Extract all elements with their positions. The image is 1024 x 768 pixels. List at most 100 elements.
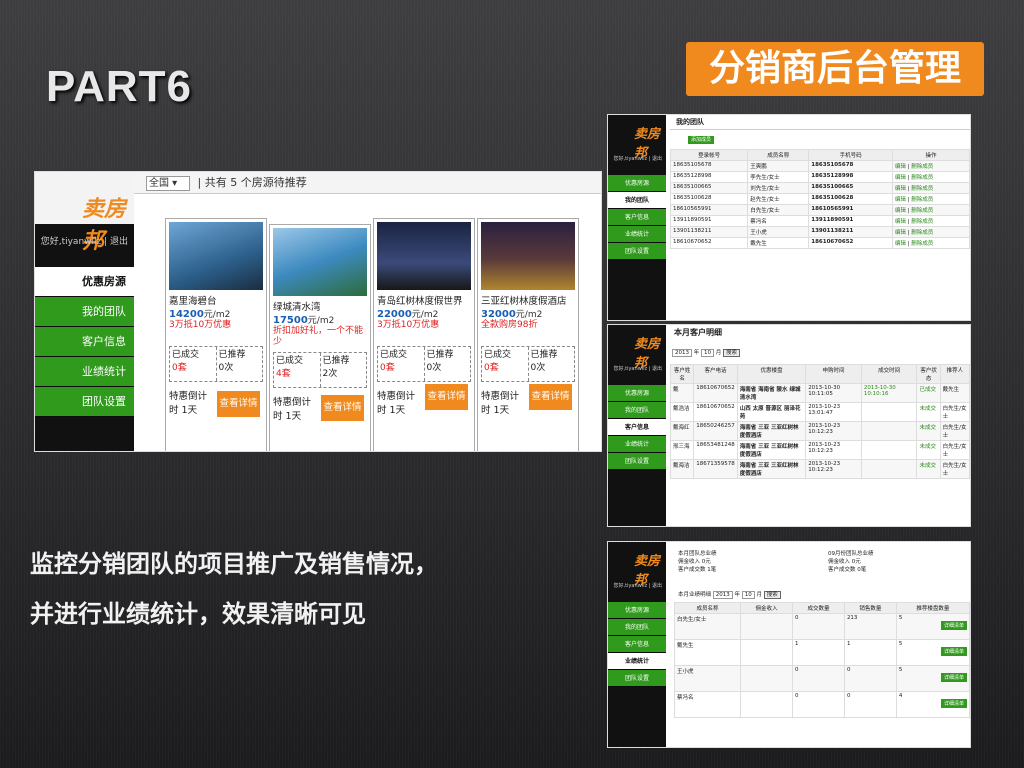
property-image[interactable] (169, 222, 263, 290)
team-title: 我的团队 (670, 115, 970, 130)
stats-screenshot: 卖房邦 您好,tiyanwllz | 退出 优惠房源 我的团队 客户信息 业绩统… (607, 541, 971, 748)
delete-member-link[interactable]: 删除成员 (911, 175, 933, 181)
year-select[interactable]: 2013 (712, 591, 733, 599)
nav-item-deals[interactable]: 优惠房源 (35, 267, 134, 297)
edit-link[interactable]: 编辑 (895, 208, 906, 214)
column-header: 申购时间 (805, 364, 862, 384)
column-header: 成员名称 (673, 602, 742, 614)
nav-item-stats[interactable]: 业绩统计 (608, 436, 666, 453)
table-cell: 18610670652 (693, 383, 738, 403)
countdown: 特惠倒计时 1天 (273, 397, 312, 422)
nav-item-settings[interactable]: 团队设置 (35, 387, 134, 417)
nav-item-team[interactable]: 我的团队 (608, 402, 666, 419)
edit-link[interactable]: 编辑 (895, 219, 906, 225)
nav-item-deals[interactable]: 优惠房源 (608, 175, 666, 192)
user-info[interactable]: 您好,tiyanwllz | 退出 (608, 582, 666, 589)
edit-link[interactable]: 编辑 (895, 175, 906, 181)
property-promo: 折扣加好礼，一个不能少 (273, 326, 364, 347)
column-header: 推荐楼盘数量 (895, 602, 970, 614)
delete-member-link[interactable]: 删除成员 (911, 164, 933, 170)
property-stats: 已成交 4套 已推荐 2次 (273, 352, 367, 388)
delete-member-link[interactable]: 删除成员 (911, 186, 933, 192)
detail-list-button[interactable]: 详细清单 (940, 621, 967, 630)
detail-list-button[interactable]: 详细清单 (940, 673, 967, 682)
view-details-button[interactable]: 查看详情 (217, 391, 260, 417)
property-name[interactable]: 嘉里海碧台 (169, 293, 263, 307)
table-cell (860, 402, 918, 422)
table-cell: 王小虎 (747, 226, 810, 238)
table-cell: 王小虎 (673, 665, 742, 692)
month-select[interactable]: 10 (701, 349, 715, 357)
table-cell: 戴浩洁 (669, 402, 695, 422)
table-cell: 山西 太原 晋源区 丽泽花苑 (736, 402, 807, 422)
nav-item-deals[interactable]: 优惠房源 (608, 385, 666, 402)
table-cell: 白先生/女士 (939, 440, 970, 460)
summary-line: 佣金收入 0元 (678, 559, 711, 565)
column-header: 操作 (891, 149, 970, 161)
table-cell: 未成交 (916, 440, 941, 460)
property-image[interactable] (377, 222, 471, 290)
nav-item-customers[interactable]: 客户信息 (35, 327, 134, 357)
title-tag: 分销商后台管理 (686, 42, 984, 96)
property-image[interactable] (273, 228, 367, 296)
user-info[interactable]: 您好,tiyanwllz | 退出 (35, 234, 134, 247)
property-image[interactable] (481, 222, 575, 290)
month-select[interactable]: 10 (741, 591, 755, 599)
nav-item-customers[interactable]: 客户信息 (608, 636, 666, 653)
edit-link[interactable]: 编辑 (895, 197, 906, 203)
table-cell-actions: 编辑 | 删除成员 (891, 215, 970, 227)
view-details-button[interactable]: 查看详情 (425, 384, 468, 410)
property-stats: 已成交 0套 已推荐 0次 (377, 346, 471, 382)
nav-item-settings[interactable]: 团队设置 (608, 670, 666, 687)
column-header: 客户姓名 (669, 364, 695, 384)
table-cell: 18635100628 (669, 193, 749, 205)
nav-item-stats[interactable]: 业绩统计 (608, 226, 666, 243)
nav-item-team[interactable]: 我的团队 (35, 297, 134, 327)
sidebar-nav: 优惠房源 我的团队 客户信息 业绩统计 团队设置 (608, 175, 666, 260)
edit-link[interactable]: 编辑 (895, 230, 906, 236)
sidebar: 卖房邦 您好,tiyanwllz | 退出 优惠房源 我的团队 客户信息 业绩统… (608, 115, 666, 320)
nav-item-settings[interactable]: 团队设置 (608, 243, 666, 260)
detail-list-button[interactable]: 详细清单 (940, 647, 967, 656)
table-cell: 2013-10-23 13:01:47 (805, 402, 862, 422)
user-info[interactable]: 您好,tiyanwllz | 退出 (608, 155, 666, 162)
stats-table: 成员名称 佣金收入 成交数量 销售数量 推荐楼盘数量 白先生/女士 0 213 5 详细清单 戴先… (673, 602, 970, 718)
delete-member-link[interactable]: 删除成员 (911, 208, 933, 214)
nav-item-deals[interactable]: 优惠房源 (608, 602, 666, 619)
nav-item-settings[interactable]: 团队设置 (608, 453, 666, 470)
property-name[interactable]: 三亚红树林度假酒店 (481, 293, 575, 307)
nav-item-stats[interactable]: 业绩统计 (608, 653, 666, 670)
user-info[interactable]: 您好,tiyanwllz | 退出 (608, 365, 666, 372)
table-cell: 5 详细清单 (895, 613, 970, 640)
nav-item-team[interactable]: 我的团队 (608, 192, 666, 209)
nav-item-customers[interactable]: 客户信息 (608, 419, 666, 436)
delete-member-link[interactable]: 删除成员 (911, 241, 933, 247)
delete-member-link[interactable]: 删除成员 (911, 219, 933, 225)
delete-member-link[interactable]: 删除成员 (911, 230, 933, 236)
view-details-button[interactable]: 查看详情 (321, 395, 364, 421)
property-name[interactable]: 绿城清水湾 (273, 299, 367, 313)
sidebar: 卖房邦 您好,tiyanwllz | 退出 优惠房源 我的团队 客户信息 业绩统… (35, 172, 134, 451)
year-select[interactable]: 2013 (672, 349, 692, 357)
nav-item-team[interactable]: 我的团队 (608, 619, 666, 636)
delete-member-link[interactable]: 删除成员 (911, 197, 933, 203)
view-details-button[interactable]: 查看详情 (529, 384, 572, 410)
cell-value: 1 (846, 641, 851, 647)
nav-item-stats[interactable]: 业绩统计 (35, 357, 134, 387)
table-cell: 1 (792, 639, 845, 666)
nav-item-customers[interactable]: 客户信息 (608, 209, 666, 226)
edit-link[interactable]: 编辑 (895, 164, 906, 170)
search-button[interactable]: 搜索 (763, 591, 781, 599)
property-promo: 全款购房98折 (481, 320, 538, 330)
table-cell: 18610565991 (808, 204, 893, 216)
edit-link[interactable]: 编辑 (895, 186, 906, 192)
search-button[interactable]: 搜索 (723, 349, 741, 357)
table-cell: 蔡冯名 (747, 215, 810, 227)
table-row: 18635100665 刘先生/女士 18635100665 编辑 | 删除成员 (669, 182, 970, 194)
edit-link[interactable]: 编辑 (895, 241, 906, 247)
add-member-button[interactable]: 添加成员 (688, 136, 715, 144)
year-suffix: 年 (693, 350, 700, 356)
property-name[interactable]: 青岛红树林度假世界 (377, 293, 471, 307)
detail-list-button[interactable]: 详细清单 (940, 699, 967, 708)
table-cell (740, 613, 793, 640)
